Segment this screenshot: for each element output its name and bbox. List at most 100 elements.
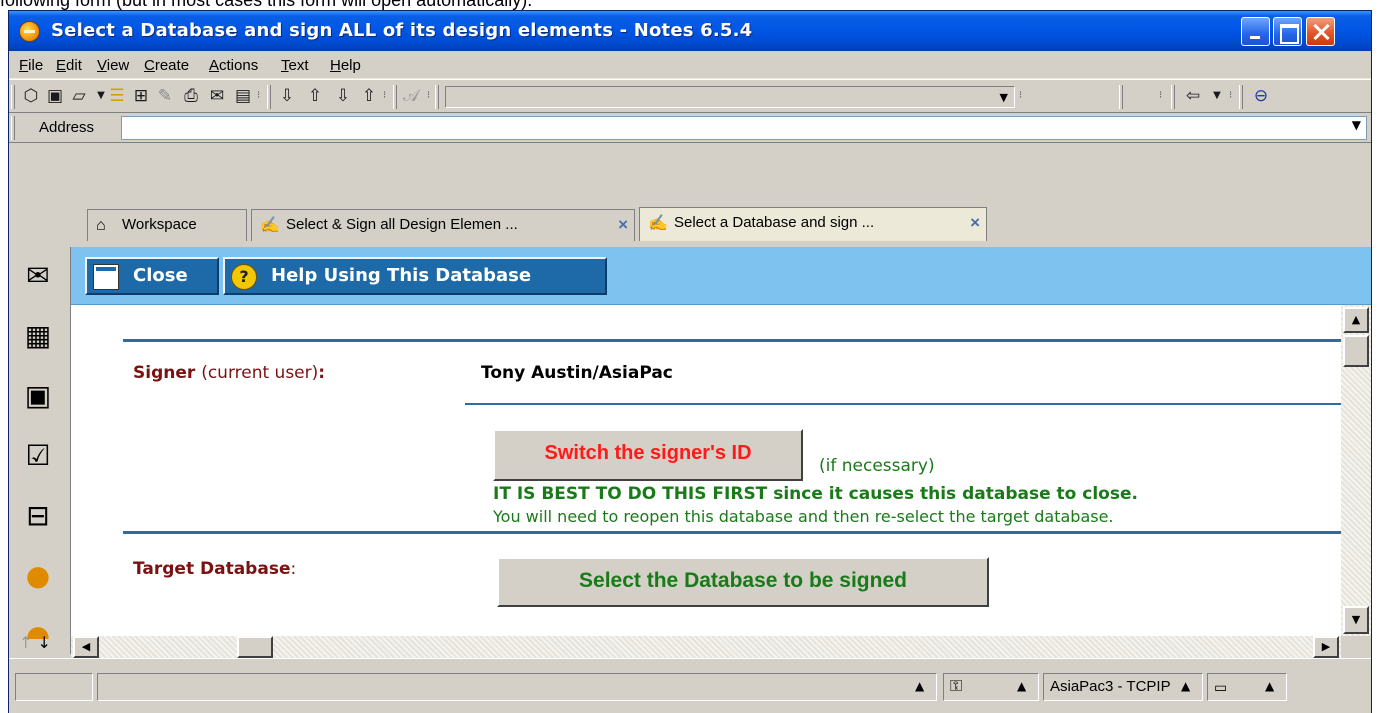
toolbar-grip[interactable] — [1239, 85, 1243, 109]
workspace-icon: ⌂ — [96, 217, 106, 234]
mail-arrow-icon[interactable]: ▲ — [1265, 679, 1274, 693]
vertical-scrollbar[interactable]: ▲ ▼ — [1341, 305, 1371, 636]
menu-help[interactable]: Help — [330, 57, 361, 74]
menu-create[interactable]: Create — [144, 57, 189, 74]
toolbar-overflow-2[interactable]: ⁝ — [383, 90, 386, 101]
back-arrow-icon[interactable]: ⇦ — [1183, 86, 1203, 106]
tab-label: Select & Sign all Design Elemen ... — [286, 216, 518, 233]
target-label-text: Target Database — [133, 559, 291, 579]
edit-doc-icon[interactable]: ✎ — [155, 86, 175, 106]
horizontal-scroll-thumb[interactable] — [237, 636, 273, 658]
maximize-button[interactable] — [1273, 17, 1302, 46]
caption-text: following form (but in most cases this f… — [0, 0, 533, 10]
bookmark-scroll-arrows[interactable]: ↑ ↓ — [19, 633, 51, 652]
mail-panel[interactable]: ▭ — [1207, 673, 1287, 701]
address-book-icon[interactable]: ▣ — [21, 379, 55, 413]
close-tab-icon[interactable]: × — [618, 210, 628, 240]
arrow-up-icon[interactable]: ⇧ — [359, 86, 379, 106]
close-tab-icon[interactable]: × — [970, 208, 980, 238]
address-input[interactable] — [121, 116, 1367, 140]
toolbar-overflow-4[interactable]: ⁝ — [1019, 90, 1022, 101]
key-icon: ⚿ — [950, 678, 963, 695]
scroll-down-button[interactable]: ▼ — [1343, 606, 1369, 634]
chevron-down-icon[interactable]: ▼ — [1000, 91, 1008, 104]
address-dropdown-icon[interactable]: ▼ — [1352, 118, 1361, 132]
menu-bar: File Edit View Create Actions Text Help — [9, 51, 1371, 79]
mid-rule — [123, 531, 1341, 534]
style-combo[interactable]: ▼ — [445, 86, 1015, 108]
toolbar-overflow-5[interactable]: ⁝ — [1159, 90, 1162, 101]
stop-icon[interactable]: ⬡ — [21, 86, 41, 106]
window-title: Select a Database and sign ALL of its de… — [51, 20, 753, 41]
status-panel-network[interactable] — [15, 673, 93, 701]
arrow-top-icon[interactable]: ⇧ — [305, 86, 325, 106]
toolbar-grip[interactable] — [267, 85, 271, 109]
back-dropdown-icon[interactable]: ▼ — [1207, 86, 1227, 106]
scroll-up-button[interactable]: ▲ — [1343, 307, 1369, 333]
favorites-icon[interactable]: ● — [21, 559, 55, 593]
arrow-down-icon[interactable]: ⇩ — [277, 86, 297, 106]
text-style-icon[interactable]: 𝒜 — [401, 86, 421, 106]
toolbar-grip[interactable] — [1119, 85, 1123, 109]
address-grip[interactable] — [11, 116, 15, 140]
close-button[interactable]: Close — [85, 257, 219, 295]
address-label: Address — [39, 119, 95, 136]
tab-workspace[interactable]: ⌂ Workspace — [87, 209, 247, 241]
tree-icon[interactable]: ⊞ — [131, 86, 151, 106]
mail-icon[interactable]: ✉ — [21, 259, 55, 293]
target-colon: : — [290, 559, 297, 579]
calendar-icon[interactable]: ▦ — [21, 319, 55, 353]
status-message-panel[interactable] — [97, 673, 937, 701]
title-bar[interactable]: Select a Database and sign ALL of its de… — [9, 11, 1371, 51]
lotus-notes-app-icon[interactable] — [19, 21, 40, 42]
close-window-button[interactable] — [1306, 17, 1335, 46]
scroll-corner — [1341, 636, 1371, 658]
status-messages-arrow-icon[interactable]: ▲ — [915, 679, 924, 693]
minimize-button[interactable] — [1241, 17, 1270, 46]
toolbar-grip[interactable] — [11, 85, 15, 109]
signer-value: Tony Austin/AsiaPac — [481, 363, 673, 383]
help-button[interactable]: ? Help Using This Database — [223, 257, 607, 295]
select-database-button[interactable]: Select the Database to be signed — [497, 557, 989, 607]
tab-select-sign-all[interactable]: ✍ Select & Sign all Design Elemen ... × — [251, 209, 635, 241]
toolbar-grip[interactable] — [435, 85, 439, 109]
menu-edit[interactable]: Edit — [56, 57, 82, 74]
close-button-label: Close — [133, 265, 188, 286]
lines-icon[interactable]: ☰ — [107, 86, 127, 106]
scroll-left-button[interactable]: ◀ — [73, 636, 99, 658]
scroll-right-button[interactable]: ▶ — [1313, 636, 1339, 658]
security-arrow-icon[interactable]: ▲ — [1017, 679, 1026, 693]
open-folder-icon[interactable]: ▱ — [69, 86, 89, 106]
toolbar-grip[interactable] — [393, 85, 397, 109]
horizontal-scrollbar[interactable]: ◀ ▶ — [71, 636, 1341, 658]
menu-text[interactable]: Text — [281, 57, 309, 74]
toolbar: ⬡ ▣ ▱ ▼ ☰ ⊞ ✎ ⎙ ✉ ▤ ⁝ ⇩ ⇧ ⇩ ⇧ ⁝ 𝒜 ⁝ ▼ ⁝ … — [9, 79, 1371, 113]
tab-select-database[interactable]: ✍ Select a Database and sign ... × — [639, 207, 987, 241]
print-icon[interactable]: ⎙ — [181, 86, 201, 106]
calendar-icon[interactable]: ▤ — [233, 86, 253, 106]
close-warning: IT IS BEST TO DO THIS FIRST since it cau… — [493, 484, 1138, 504]
switch-signer-id-button[interactable]: Switch the signer's ID — [493, 429, 803, 481]
replicator-icon[interactable]: ⊟ — [21, 499, 55, 533]
signer-label: Signer (current user): — [133, 363, 325, 383]
arrow-next-icon[interactable]: ⇩ — [333, 86, 353, 106]
save-icon[interactable]: ▣ — [45, 86, 65, 106]
toolbar-overflow-1[interactable]: ⁝ — [257, 90, 260, 101]
menu-view[interactable]: View — [97, 57, 129, 74]
menu-file[interactable]: File — [19, 57, 43, 74]
toolbar-overflow-3[interactable]: ⁝ — [427, 90, 430, 101]
vertical-scroll-thumb[interactable] — [1343, 335, 1369, 367]
address-bar: Address ▼ — [9, 113, 1371, 143]
forward-mail-icon[interactable]: ✉ — [207, 86, 227, 106]
toolbar-overflow-6[interactable]: ⁝ — [1229, 90, 1232, 101]
location-arrow-icon[interactable]: ▲ — [1181, 679, 1190, 693]
location-value: AsiaPac3 - TCPIP — [1050, 678, 1171, 695]
menu-actions[interactable]: Actions — [209, 57, 258, 74]
page-caption-fragment: following form (but in most cases this f… — [0, 0, 1380, 10]
toolbar-grip[interactable] — [1171, 85, 1175, 109]
todo-icon[interactable]: ☑ — [21, 439, 55, 473]
replication-icon[interactable]: ⊖ — [1251, 86, 1271, 106]
signer-label-text: Signer — [133, 363, 196, 383]
location-panel[interactable]: AsiaPac3 - TCPIP — [1043, 673, 1203, 701]
tab-label: Select a Database and sign ... — [674, 214, 875, 231]
